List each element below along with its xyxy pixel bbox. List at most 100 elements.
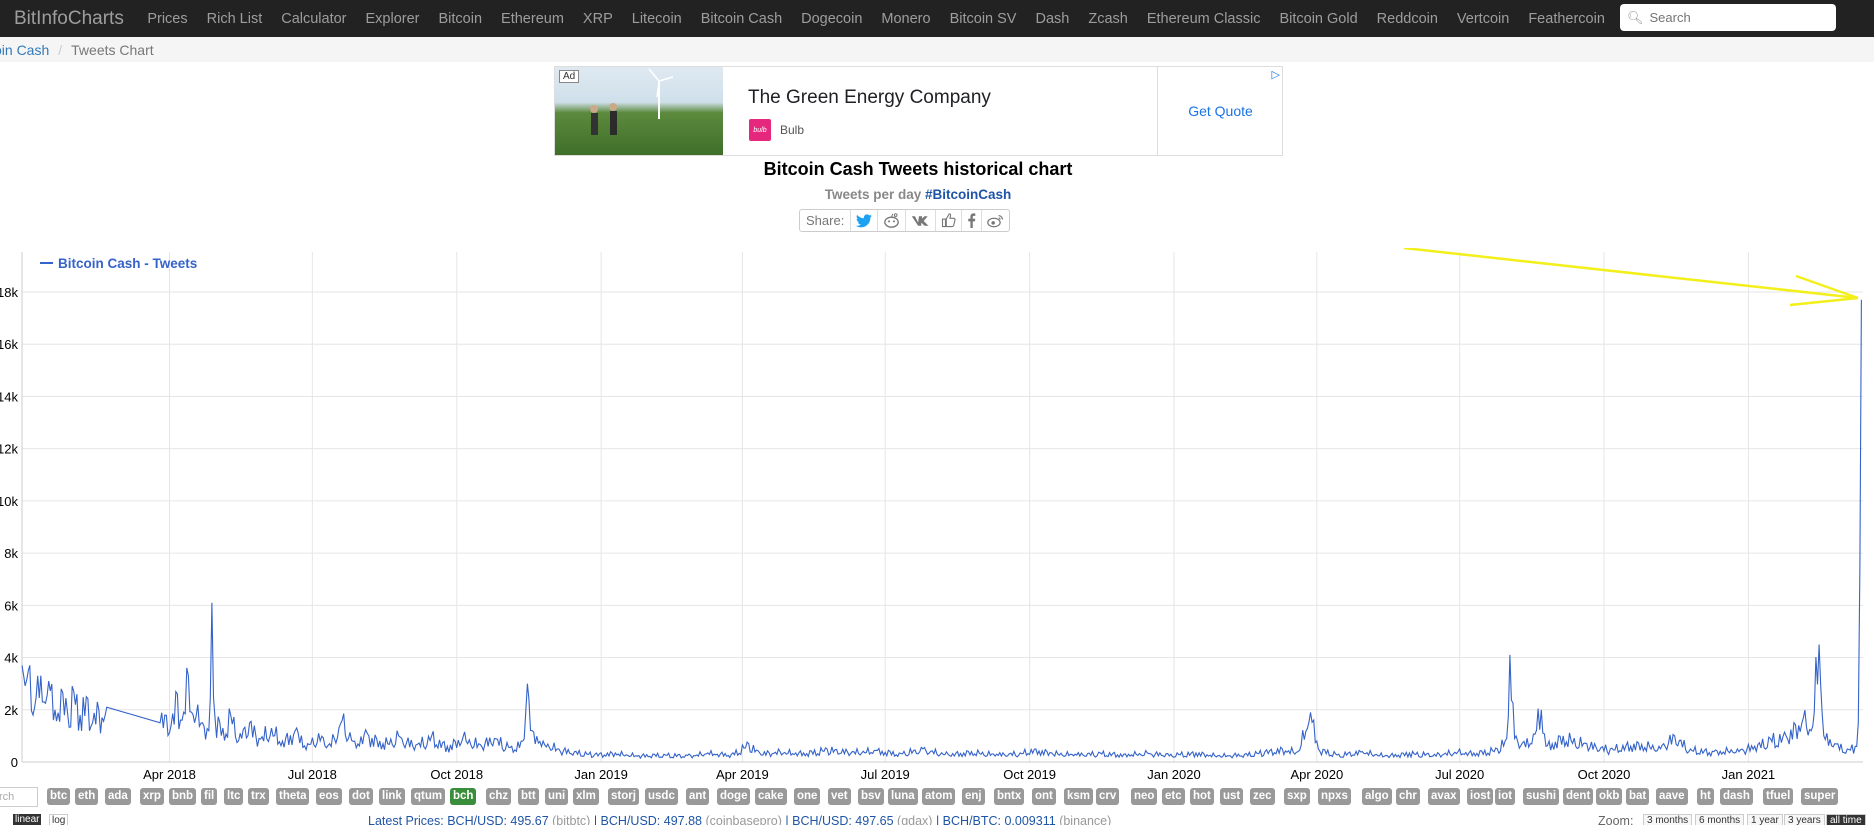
nav-zcash[interactable]: Zcash — [1079, 11, 1138, 27]
coin-tag-iost[interactable]: iost — [1467, 788, 1494, 805]
nav-calculator[interactable]: Calculator — [272, 11, 356, 27]
coin-tag-neo[interactable]: neo — [1131, 788, 1158, 805]
coin-tag-dash[interactable]: dash — [1720, 788, 1753, 805]
search-input[interactable] — [1647, 9, 1832, 26]
brand-logo[interactable]: BitInfoCharts — [14, 8, 124, 30]
nav-dash[interactable]: Dash — [1026, 11, 1079, 27]
zoom-6-months-button[interactable]: 6 months — [1695, 814, 1745, 825]
coin-tag-ant[interactable]: ant — [686, 788, 710, 805]
coin-tag-usdc[interactable]: usdc — [645, 788, 678, 805]
nav-explorer[interactable]: Explorer — [356, 11, 429, 27]
nav-feathercoin[interactable]: Feathercoin — [1519, 11, 1615, 27]
coin-tag-bsv[interactable]: bsv — [858, 788, 884, 805]
coin-tag-chr[interactable]: chr — [1396, 788, 1420, 805]
nav-monero[interactable]: Monero — [872, 11, 940, 27]
chart-legend[interactable]: Bitcoin Cash - Tweets — [40, 256, 197, 271]
coin-tag-vet[interactable]: vet — [828, 788, 851, 805]
coin-tag-etc[interactable]: etc — [1162, 788, 1185, 805]
price-coinbasepro[interactable]: BCH/USD: 497.88 — [601, 814, 702, 825]
zoom-3-months-button[interactable]: 3 months — [1643, 814, 1693, 825]
nav-dogecoin[interactable]: Dogecoin — [792, 11, 872, 27]
coin-tag-crv[interactable]: crv — [1096, 788, 1120, 805]
ad-image[interactable]: Ad — [555, 67, 723, 155]
coin-tag-bnb[interactable]: bnb — [169, 788, 197, 805]
zoom-3-years-button[interactable]: 3 years — [1784, 814, 1825, 825]
coin-tag-enj[interactable]: enj — [962, 788, 985, 805]
ad-banner[interactable]: Ad The Green Energy Company bulb Bulb Ge… — [554, 66, 1283, 156]
coin-tag-doge[interactable]: doge — [717, 788, 751, 805]
coin-tag-atom[interactable]: atom — [922, 788, 956, 805]
breadcrumb-parent[interactable]: oin Cash — [0, 42, 49, 58]
nav-litecoin[interactable]: Litecoin — [622, 11, 691, 27]
coin-tag-qtum[interactable]: qtum — [411, 788, 446, 805]
coin-tag-one[interactable]: one — [794, 788, 821, 805]
coin-tag-xlm[interactable]: xlm — [573, 788, 599, 805]
nav-bitcoin[interactable]: Bitcoin — [429, 11, 492, 27]
coin-tag-eth[interactable]: eth — [75, 788, 99, 805]
coin-tag-xrp[interactable]: xrp — [140, 788, 164, 805]
nav-ethereum-classic[interactable]: Ethereum Classic — [1137, 11, 1270, 27]
nav-bitcoin-sv[interactable]: Bitcoin SV — [940, 11, 1026, 27]
nav-bitcoin-gold[interactable]: Bitcoin Gold — [1270, 11, 1367, 27]
twitter-icon[interactable] — [851, 210, 879, 231]
coin-tag-tfuel[interactable]: tfuel — [1763, 788, 1794, 805]
coin-tag-ksm[interactable]: ksm — [1064, 788, 1094, 805]
coin-tag-link[interactable]: link — [379, 788, 405, 805]
coin-tag-zec[interactable]: zec — [1250, 788, 1275, 805]
nav-xrp[interactable]: XRP — [573, 11, 622, 27]
tweets-chart[interactable]: 0 2k 4k 6k 8k 10k 12k 14k 16k 18k Apr 2018 Jul 201… — [0, 248, 1874, 788]
zoom-all-time-button[interactable]: all time — [1826, 814, 1866, 825]
price-gdax[interactable]: BCH/USD: 497.65 — [792, 814, 893, 825]
nav-prices[interactable]: Prices — [138, 11, 197, 27]
coin-tag-npxs[interactable]: npxs — [1318, 788, 1351, 805]
nav-bitcoin-cash[interactable]: Bitcoin Cash — [691, 11, 791, 27]
coin-tag-uni[interactable]: uni — [545, 788, 569, 805]
like-icon[interactable] — [936, 210, 963, 231]
coin-tag-sxp[interactable]: sxp — [1284, 788, 1310, 805]
nav-ethereum[interactable]: Ethereum — [492, 11, 574, 27]
coin-tag-ada[interactable]: ada — [105, 788, 131, 805]
coin-tag-btt[interactable]: btt — [518, 788, 539, 805]
nav-vertcoin[interactable]: Vertcoin — [1447, 11, 1518, 27]
coin-tag-btc[interactable]: btc — [47, 788, 71, 805]
coin-tag-dot[interactable]: dot — [349, 788, 373, 805]
coin-tag-sushi[interactable]: sushi — [1523, 788, 1560, 805]
log-scale-button[interactable]: log — [49, 814, 69, 825]
price-binance[interactable]: BCH/BTC: 0.009311 — [943, 814, 1056, 825]
coin-tag-luna[interactable]: luna — [888, 788, 918, 805]
weibo-icon[interactable] — [982, 210, 1009, 231]
coin-tag-algo[interactable]: algo — [1362, 788, 1392, 805]
coin-tag-aave[interactable]: aave — [1656, 788, 1688, 805]
coin-tag-iot[interactable]: iot — [1495, 788, 1516, 805]
adchoices-icon[interactable]: ▷ — [1272, 68, 1280, 81]
reddit-icon[interactable] — [878, 210, 907, 231]
coin-tag-cake[interactable]: cake — [755, 788, 787, 805]
coin-tag-eos[interactable]: eos — [316, 788, 342, 805]
coin-tag-hot[interactable]: hot — [1190, 788, 1214, 805]
coin-tag-super[interactable]: super — [1801, 788, 1839, 805]
price-bitbtc[interactable]: BCH/USD: 495.67 — [447, 814, 548, 825]
coin-tag-bntx[interactable]: bntx — [994, 788, 1025, 805]
coin-tag-fil[interactable]: fil — [201, 788, 218, 805]
coin-tag-theta[interactable]: theta — [276, 788, 310, 805]
ad-title[interactable]: The Green Energy Company — [748, 87, 991, 109]
coin-tag-ltc[interactable]: ltc — [224, 788, 244, 805]
coin-tag-ont[interactable]: ont — [1032, 788, 1056, 805]
coin-tag-bch[interactable]: bch — [450, 788, 477, 805]
zoom-1-year-button[interactable]: 1 year — [1747, 814, 1783, 825]
nav-reddcoin[interactable]: Reddcoin — [1367, 11, 1447, 27]
nav-rich-list[interactable]: Rich List — [197, 11, 272, 27]
coin-tag-trx[interactable]: trx — [248, 788, 269, 805]
coin-tag-ust[interactable]: ust — [1220, 788, 1244, 805]
coin-search-input[interactable]: rch — [0, 787, 38, 807]
hashtag-link[interactable]: #BitcoinCash — [925, 187, 1011, 202]
coin-tag-ht[interactable]: ht — [1697, 788, 1714, 805]
facebook-icon[interactable] — [962, 210, 983, 231]
get-quote-button[interactable]: Get Quote — [1157, 67, 1283, 155]
coin-tag-okb[interactable]: okb — [1596, 788, 1623, 805]
vk-icon[interactable] — [906, 210, 937, 231]
coin-tag-chz[interactable]: chz — [486, 788, 512, 805]
coin-tag-dent[interactable]: dent — [1563, 788, 1594, 805]
coin-tag-avax[interactable]: avax — [1428, 788, 1460, 805]
coin-tag-storj[interactable]: storj — [608, 788, 639, 805]
